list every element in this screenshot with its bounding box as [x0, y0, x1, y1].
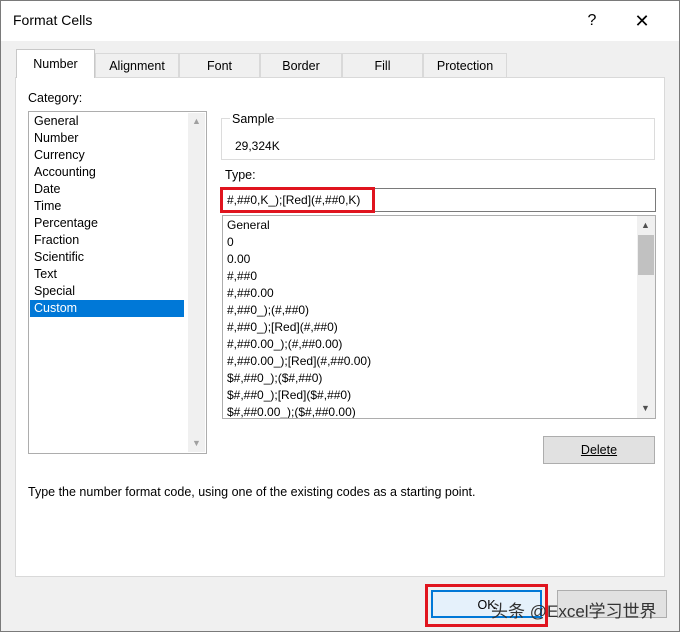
tab-font[interactable]: Font [179, 53, 260, 77]
format-item[interactable]: 0 [227, 234, 234, 251]
category-item-accounting[interactable]: Accounting [30, 164, 184, 181]
tab-fill[interactable]: Fill [342, 53, 423, 77]
sample-group [221, 118, 655, 160]
format-code-list[interactable]: General 0 0.00 #,##0 #,##0.00 #,##0_);(#… [222, 215, 656, 419]
type-input-highlight [220, 187, 375, 213]
tab-alignment[interactable]: Alignment [95, 53, 179, 77]
format-item[interactable]: #,##0.00 [227, 285, 274, 302]
title-bar: Format Cells ? ✕ [1, 1, 679, 41]
watermark: 头条 @Excel学习世界 [491, 602, 657, 621]
format-cells-dialog: Format Cells ? ✕ Number Alignment Font B… [0, 0, 680, 632]
help-icon[interactable]: ? [581, 10, 603, 32]
format-item[interactable]: #,##0_);[Red](#,##0) [227, 319, 338, 336]
scroll-down-icon[interactable]: ▼ [637, 400, 654, 417]
format-scrollbar[interactable]: ▲ ▼ [637, 216, 655, 418]
tab-border[interactable]: Border [260, 53, 342, 77]
format-item[interactable]: #,##0_);(#,##0) [227, 302, 309, 319]
dialog-title: Format Cells [13, 12, 93, 28]
format-item[interactable]: $#,##0_);($#,##0) [227, 370, 322, 387]
category-item-fraction[interactable]: Fraction [30, 232, 184, 249]
sample-label: Sample [230, 112, 277, 126]
format-item[interactable]: General [227, 217, 270, 234]
scroll-up-icon[interactable]: ▲ [637, 217, 654, 234]
category-item-scientific[interactable]: Scientific [30, 249, 184, 266]
delete-button[interactable]: Delete [543, 436, 655, 464]
scroll-down-icon[interactable]: ▼ [188, 435, 205, 452]
category-item-number[interactable]: Number [30, 130, 184, 147]
category-item-percentage[interactable]: Percentage [30, 215, 184, 232]
category-list[interactable]: General Number Currency Accounting Date … [28, 111, 207, 454]
format-item[interactable]: 0.00 [227, 251, 250, 268]
tab-number[interactable]: Number [16, 49, 95, 78]
format-item[interactable]: #,##0.00_);(#,##0.00) [227, 336, 342, 353]
close-icon[interactable]: ✕ [631, 10, 653, 32]
category-item-special[interactable]: Special [30, 283, 184, 300]
format-description: Type the number format code, using one o… [28, 485, 476, 499]
category-item-custom[interactable]: Custom [30, 300, 184, 317]
category-item-general[interactable]: General [30, 113, 184, 130]
scroll-thumb[interactable] [638, 235, 654, 275]
tab-protection[interactable]: Protection [423, 53, 507, 77]
category-scrollbar[interactable]: ▲ ▼ [188, 113, 205, 452]
type-label: Type: [225, 168, 256, 182]
format-item[interactable]: $#,##0_);[Red]($#,##0) [227, 387, 351, 404]
scroll-up-icon[interactable]: ▲ [188, 113, 205, 130]
format-item[interactable]: $#,##0.00_);($#,##0.00) [227, 404, 356, 418]
category-item-currency[interactable]: Currency [30, 147, 184, 164]
category-item-date[interactable]: Date [30, 181, 184, 198]
category-item-text[interactable]: Text [30, 266, 184, 283]
category-item-time[interactable]: Time [30, 198, 184, 215]
format-item[interactable]: #,##0.00_);[Red](#,##0.00) [227, 353, 371, 370]
format-item[interactable]: #,##0 [227, 268, 257, 285]
category-label: Category: [28, 91, 83, 105]
delete-button-label: Delete [580, 443, 618, 457]
sample-value: 29,324K [235, 139, 280, 153]
